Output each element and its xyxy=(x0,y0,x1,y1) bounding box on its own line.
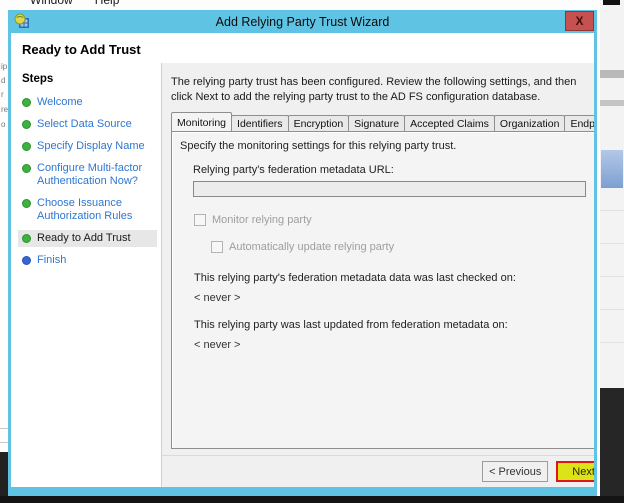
divider xyxy=(0,442,8,443)
last-updated-label: This relying party was last updated from… xyxy=(194,319,594,331)
background-bottom-strip xyxy=(0,496,624,503)
steps-sidebar: Steps Welcome Select Data Source Specify… xyxy=(11,63,162,487)
auto-update-label: Automatically update relying party xyxy=(229,241,394,253)
menu-window: Window xyxy=(30,0,73,7)
wizard-footer: < Previous Next > Cancel xyxy=(162,455,594,487)
screen: Window Help ip d r re o xyxy=(0,0,624,503)
step-pending-icon xyxy=(22,256,31,265)
bg-text-fragment: ip xyxy=(1,62,7,71)
sidebar-item-specify-display-name[interactable]: Specify Display Name xyxy=(18,138,157,155)
sidebar-item-finish[interactable]: Finish xyxy=(18,252,157,269)
bg-row-divider xyxy=(600,243,624,244)
sidebar-item-select-data-source[interactable]: Select Data Source xyxy=(18,116,157,133)
background-window-left-strip: ip d r re o xyxy=(0,10,8,460)
last-checked-value: < never > xyxy=(194,292,594,304)
bg-text-fragment: o xyxy=(1,120,5,129)
auto-update-checkbox xyxy=(211,241,223,253)
metadata-url-label: Relying party's federation metadata URL: xyxy=(193,164,594,176)
steps-header: Steps xyxy=(22,73,157,85)
step-complete-icon xyxy=(22,164,31,173)
metadata-url-input xyxy=(193,181,586,197)
step-complete-icon xyxy=(22,199,31,208)
bg-row-divider xyxy=(600,276,624,277)
step-complete-icon xyxy=(22,120,31,129)
monitor-relying-party-checkbox-row: Monitor relying party xyxy=(194,214,594,226)
background-window-right-strip xyxy=(600,0,624,503)
menu-help: Help xyxy=(95,0,120,7)
dialog-body: Ready to Add Trust Steps Welcome Select … xyxy=(11,33,594,487)
page-title: Ready to Add Trust xyxy=(22,42,141,57)
heading-band: Ready to Add Trust xyxy=(11,33,594,63)
wizard-main-panel: The relying party trust has been configu… xyxy=(162,63,594,487)
bg-list-header-fragment xyxy=(600,70,624,78)
last-updated-value: < never > xyxy=(194,339,594,351)
bg-row-divider xyxy=(600,342,624,343)
bg-text-fragment: r xyxy=(1,90,4,99)
adfs-icon xyxy=(14,13,30,29)
monitoring-tab-panel: Specify the monitoring settings for this… xyxy=(171,131,594,449)
step-complete-icon xyxy=(22,142,31,151)
tab-monitoring[interactable]: Monitoring xyxy=(171,112,232,131)
bg-scrollbar-thumb xyxy=(601,150,623,188)
add-relying-party-trust-wizard-dialog: Add Relying Party Trust Wizard X Ready t… xyxy=(8,10,597,496)
sidebar-item-choose-issuance-rules[interactable]: Choose Issuance Authorization Rules xyxy=(18,195,157,225)
sidebar-item-ready-to-add-trust[interactable]: Ready to Add Trust xyxy=(18,230,157,247)
bg-window-button-icon xyxy=(603,0,620,5)
dialog-title: Add Relying Party Trust Wizard xyxy=(8,15,597,29)
previous-button[interactable]: < Previous xyxy=(482,461,548,482)
auto-update-checkbox-row: Automatically update relying party xyxy=(211,241,594,253)
monitor-relying-party-label: Monitor relying party xyxy=(212,214,312,226)
bg-list-header-fragment xyxy=(600,100,624,106)
tab-strip: Monitoring Identifiers Encryption Signat… xyxy=(171,112,594,131)
monitoring-instruction: Specify the monitoring settings for this… xyxy=(180,140,594,152)
step-complete-icon xyxy=(22,98,31,107)
monitor-relying-party-checkbox xyxy=(194,214,206,226)
tab-accepted-claims[interactable]: Accepted Claims xyxy=(404,115,495,131)
close-icon[interactable]: X xyxy=(565,11,594,31)
intro-text: The relying party trust has been configu… xyxy=(171,75,594,105)
bg-row-divider xyxy=(600,309,624,310)
background-window-menubar: Window Help xyxy=(0,0,624,10)
step-complete-icon xyxy=(22,234,31,243)
sidebar-item-welcome[interactable]: Welcome xyxy=(18,94,157,111)
tab-identifiers[interactable]: Identifiers xyxy=(231,115,289,131)
tab-endpoints[interactable]: Endpoints xyxy=(564,115,594,131)
bg-row-divider xyxy=(600,210,624,211)
bg-text-fragment: d xyxy=(1,76,5,85)
bg-text-fragment: re xyxy=(1,105,8,114)
background-menu-text: Window Help xyxy=(30,0,141,7)
dialog-titlebar[interactable]: Add Relying Party Trust Wizard X xyxy=(8,10,597,33)
background-dark-corner xyxy=(600,388,624,503)
tab-organization[interactable]: Organization xyxy=(494,115,566,131)
tab-signature[interactable]: Signature xyxy=(348,115,405,131)
tab-encryption[interactable]: Encryption xyxy=(288,115,350,131)
next-button[interactable]: Next > xyxy=(556,461,594,482)
sidebar-item-configure-mfa[interactable]: Configure Multi-factor Authentication No… xyxy=(18,160,157,190)
last-checked-label: This relying party's federation metadata… xyxy=(194,272,594,284)
divider xyxy=(0,428,8,429)
